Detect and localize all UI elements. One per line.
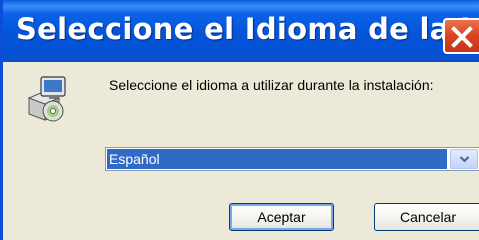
close-button[interactable] (443, 18, 479, 54)
dialog-window: Seleccione el Idioma de la In... Selecci… (0, 0, 479, 240)
accept-button[interactable]: Aceptar (229, 203, 334, 231)
chevron-down-icon (459, 156, 470, 163)
language-select[interactable]: Español (105, 147, 479, 171)
installer-icon (27, 76, 66, 122)
close-x-icon (451, 26, 473, 48)
language-prompt: Seleccione el idioma a utilizar durante … (109, 77, 434, 93)
title-bar[interactable]: Seleccione el Idioma de la In... (3, 0, 479, 62)
cancel-button[interactable]: Cancelar (374, 203, 479, 231)
window-title: Seleccione el Idioma de la In... (16, 12, 479, 46)
dropdown-button[interactable] (450, 149, 478, 169)
language-select-value: Español (107, 149, 447, 169)
